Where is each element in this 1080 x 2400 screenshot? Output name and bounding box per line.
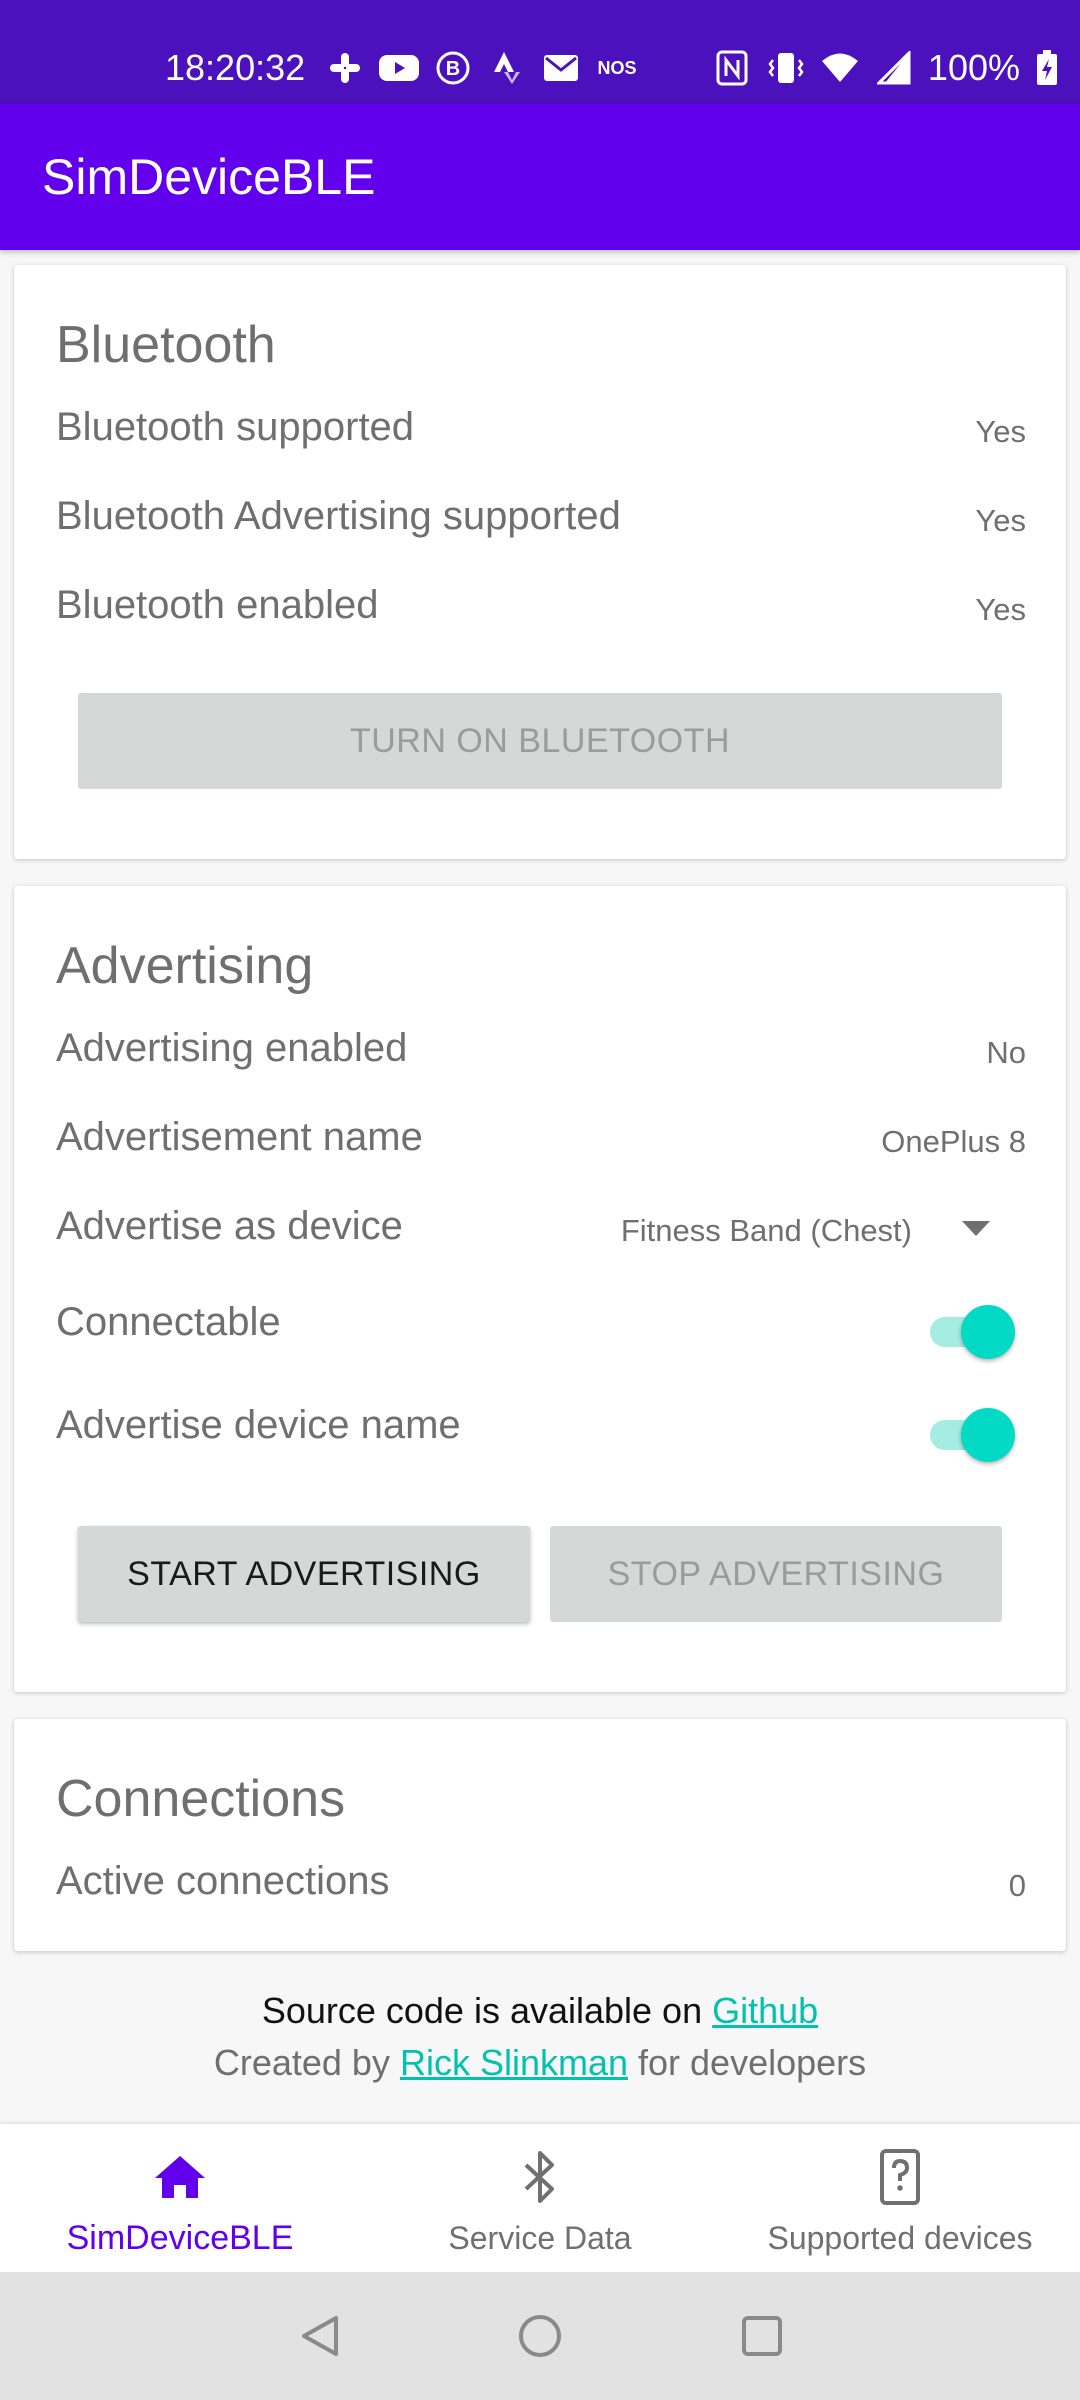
nos-icon: NOS xyxy=(597,57,637,78)
gmail-icon xyxy=(541,50,581,86)
slack-icon xyxy=(325,50,365,86)
created-by-text: Created by xyxy=(213,2042,400,2083)
advertising-enabled-value: No xyxy=(986,1035,1026,1070)
device-type-dropdown[interactable]: Fitness Band (Chest) xyxy=(621,1209,990,1253)
nfc-icon xyxy=(712,50,752,86)
bluetooth-supported-label: Bluetooth supported xyxy=(56,405,415,449)
vibrate-icon xyxy=(766,50,806,86)
battery-percent: 100% xyxy=(927,47,1020,88)
created-by-line: Created by Rick Slinkman for developers xyxy=(0,2038,1080,2088)
bluetooth-enabled-value: Yes xyxy=(975,592,1026,627)
active-connections-value: 0 xyxy=(1008,1868,1026,1903)
dropdown-arrow-icon xyxy=(962,1220,990,1242)
youtube-icon xyxy=(379,50,419,86)
home-button-icon[interactable] xyxy=(510,2306,570,2366)
turn-on-bluetooth-button[interactable]: TURN ON BLUETOOTH xyxy=(78,693,1002,789)
wifi-icon xyxy=(820,50,860,86)
stop-advertising-button[interactable]: STOP ADVERTISING xyxy=(550,1526,1002,1622)
bluetooth-icon xyxy=(520,2146,560,2208)
active-connections-label: Active connections xyxy=(56,1859,390,1903)
device-unknown-icon xyxy=(879,2146,921,2208)
system-status-icons: 100% xyxy=(712,44,1060,92)
start-advertising-button[interactable]: START ADVERTISING xyxy=(78,1526,530,1622)
advertising-card: Advertising Advertising enabled No Adver… xyxy=(14,886,1066,1692)
advertise-device-name-label: Advertise device name xyxy=(56,1403,461,1447)
advertise-device-name-switch[interactable] xyxy=(926,1404,1015,1464)
strava-icon xyxy=(487,50,527,86)
nav-home-label: SimDeviceBLE xyxy=(66,2219,294,2257)
signal-icon xyxy=(874,50,914,86)
battery-charging-icon xyxy=(1034,50,1060,86)
nav-service-data-label: Service Data xyxy=(448,2220,632,2256)
bluetooth-card: Bluetooth Bluetooth supported Yes Blueto… xyxy=(14,265,1066,859)
bluetooth-enabled-label: Bluetooth enabled xyxy=(56,583,379,627)
connectable-switch[interactable] xyxy=(926,1301,1015,1361)
back-icon[interactable] xyxy=(290,2306,350,2366)
status-bar: 18:20:32 B NOS 100% xyxy=(0,0,1080,104)
source-code-text: Source code is available on xyxy=(261,1990,713,2031)
svg-text:B: B xyxy=(446,58,460,80)
device-type-selected: Fitness Band (Chest) xyxy=(620,1213,912,1248)
advertisement-name-value: OnePlus 8 xyxy=(881,1124,1026,1159)
advertising-supported-value: Yes xyxy=(975,503,1026,538)
nav-supported-devices-label: Supported devices xyxy=(767,2220,1033,2256)
source-code-line: Source code is available on Github xyxy=(0,1986,1080,2036)
bluetooth-supported-value: Yes xyxy=(975,414,1026,449)
bottom-navigation: SimDeviceBLE Service Data Supported devi… xyxy=(0,2124,1080,2272)
app-bar: SimDeviceBLE xyxy=(0,104,1080,250)
advertising-title: Advertising xyxy=(56,937,314,995)
status-time: 18:20:32 xyxy=(165,47,306,88)
advertising-enabled-label: Advertising enabled xyxy=(56,1026,408,1070)
github-link[interactable]: Github xyxy=(712,1990,818,2031)
b-circle-icon: B xyxy=(433,50,473,86)
author-link[interactable]: Rick Slinkman xyxy=(400,2042,628,2083)
for-developers-text: for developers xyxy=(628,2042,867,2083)
advertise-as-device-label: Advertise as device xyxy=(56,1204,403,1248)
advertisement-name-label: Advertisement name xyxy=(56,1115,423,1159)
app-title: SimDeviceBLE xyxy=(42,149,376,205)
connectable-switch-thumb xyxy=(961,1305,1015,1359)
nav-supported-devices[interactable]: Supported devices xyxy=(720,2124,1080,2272)
nav-service-data[interactable]: Service Data xyxy=(360,2124,720,2272)
bluetooth-title: Bluetooth xyxy=(56,316,276,374)
nav-home[interactable]: SimDeviceBLE xyxy=(0,2124,360,2272)
system-navigation-bar xyxy=(0,2272,1080,2400)
notification-icons: B NOS xyxy=(325,44,639,92)
connectable-label: Connectable xyxy=(56,1300,281,1344)
advertising-supported-label: Bluetooth Advertising supported xyxy=(56,494,621,538)
connections-card: Connections Active connections 0 xyxy=(14,1719,1066,1951)
recents-icon[interactable] xyxy=(732,2306,792,2366)
home-icon xyxy=(153,2146,207,2208)
connections-title: Connections xyxy=(56,1770,346,1828)
advertise-name-switch-thumb xyxy=(961,1408,1015,1462)
